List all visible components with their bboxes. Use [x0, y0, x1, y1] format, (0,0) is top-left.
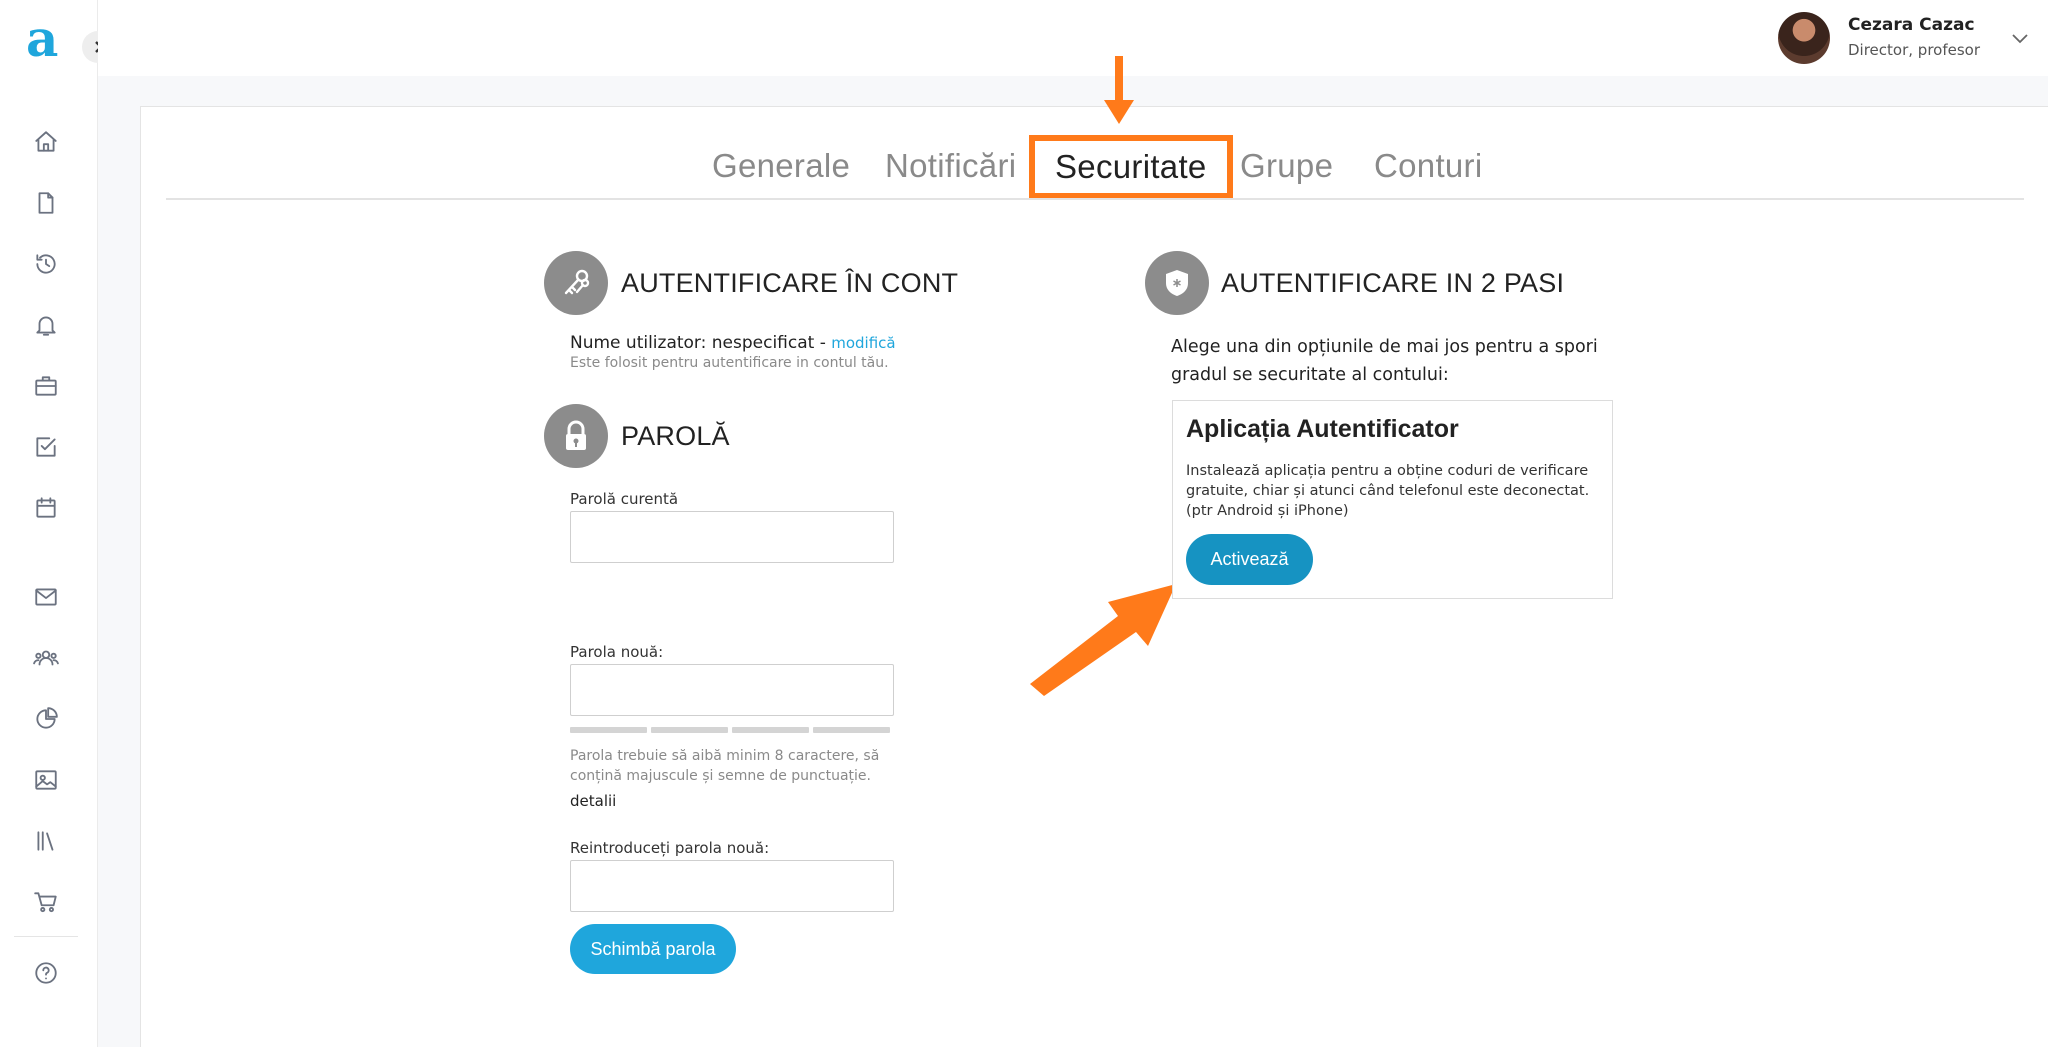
- repeat-password-input[interactable]: [570, 860, 894, 912]
- chevron-down-icon[interactable]: [2010, 28, 2030, 48]
- username-helper: Este folosit pentru autentificare in con…: [570, 355, 889, 371]
- users-icon[interactable]: [30, 642, 62, 674]
- sidebar: a: [0, 0, 98, 1047]
- lock-icon: [544, 404, 608, 468]
- settings-panel: Generale Notificări Securitate Grupe Con…: [140, 106, 2048, 1047]
- cart-icon[interactable]: [30, 886, 62, 918]
- history-icon[interactable]: [30, 248, 62, 280]
- mail-icon[interactable]: [30, 581, 62, 613]
- two-factor-title: AUTENTIFICARE IN 2 PASI: [1221, 268, 1565, 298]
- home-icon[interactable]: [30, 126, 62, 158]
- chart-pie-icon[interactable]: [30, 703, 62, 735]
- arrow-diagonal-annotation: [1030, 584, 1176, 696]
- authenticator-card-title: Aplicația Autentificator: [1186, 415, 1459, 443]
- tab-securitate[interactable]: Securitate: [1029, 135, 1233, 199]
- strength-segment: [732, 727, 809, 733]
- change-password-button[interactable]: Schimbă parola: [570, 924, 736, 974]
- app-logo[interactable]: a: [26, 14, 58, 64]
- keys-icon: [544, 251, 608, 315]
- password-strength-meter: [570, 727, 890, 733]
- user-name: Cezara Cazac: [1848, 15, 1975, 35]
- arrow-down-annotation: [1104, 56, 1134, 124]
- password-hint: Parola trebuie să aibă minim 8 caractere…: [570, 748, 880, 784]
- bell-icon[interactable]: [30, 309, 62, 341]
- help-icon[interactable]: [30, 957, 62, 989]
- tab-notificari[interactable]: Notificări: [885, 147, 1016, 185]
- two-factor-intro: Alege una din opțiunile de mai jos pentr…: [1171, 337, 1598, 385]
- library-icon[interactable]: [30, 825, 62, 857]
- image-icon[interactable]: [30, 764, 62, 796]
- current-password-input[interactable]: [570, 511, 894, 563]
- repeat-password-label: Reintroduceți parola nouă:: [570, 839, 770, 857]
- user-role: Director, profesor: [1848, 41, 1980, 59]
- document-icon[interactable]: [30, 187, 62, 219]
- tab-grupe[interactable]: Grupe: [1240, 147, 1333, 185]
- authenticator-card: Aplicația Autentificator Instalează apli…: [1172, 400, 1613, 599]
- authenticator-card-text: Instalează aplicația pentru a obține cod…: [1186, 463, 1590, 519]
- settings-tabs: Generale Notificări Securitate Grupe Con…: [141, 135, 2048, 199]
- tab-generale[interactable]: Generale: [712, 147, 850, 185]
- new-password-label: Parola nouă:: [570, 643, 664, 661]
- briefcase-icon[interactable]: [30, 370, 62, 402]
- tab-conturi[interactable]: Conturi: [1374, 147, 1482, 185]
- username-line: Nume utilizator: nespecificat - modifică…: [570, 333, 896, 371]
- password-details-link[interactable]: detalii: [570, 792, 616, 810]
- username-text: Nume utilizator: nespecificat -: [570, 333, 832, 353]
- strength-segment: [651, 727, 728, 733]
- calendar-icon[interactable]: [30, 492, 62, 524]
- sidebar-divider: [14, 936, 78, 937]
- strength-segment: [813, 727, 890, 733]
- shield-icon: [1145, 251, 1209, 315]
- user-menu[interactable]: Cezara Cazac Director, profesor: [1748, 0, 2048, 76]
- top-bar: Cezara Cazac Director, profesor: [98, 0, 2048, 76]
- avatar[interactable]: [1778, 12, 1830, 64]
- strength-segment: [570, 727, 647, 733]
- new-password-input[interactable]: [570, 664, 894, 716]
- tabs-divider: [166, 198, 2024, 200]
- checklist-icon[interactable]: [30, 431, 62, 463]
- modify-username-link[interactable]: modifică: [831, 334, 895, 352]
- password-title: PAROLĂ: [621, 421, 730, 451]
- account-auth-title: AUTENTIFICARE ÎN CONT: [621, 268, 959, 298]
- current-password-label: Parolă curentă: [570, 490, 679, 508]
- activate-button[interactable]: Activează: [1186, 534, 1313, 585]
